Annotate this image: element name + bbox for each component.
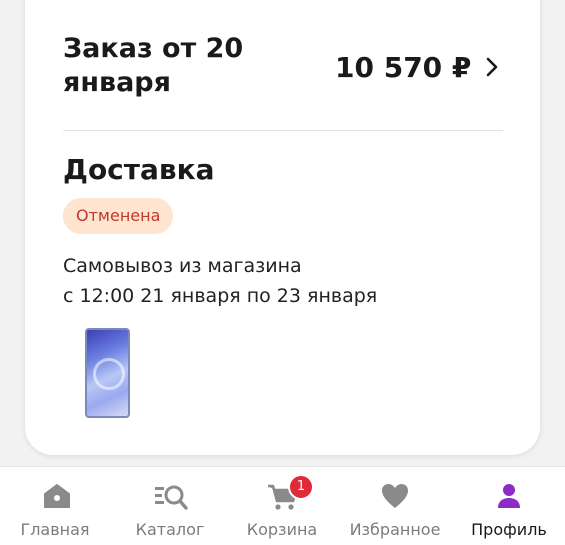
profile-icon	[498, 484, 520, 508]
status-badge: Отменена	[63, 198, 174, 234]
order-header[interactable]: Заказ от 20 января 10 570 ₽	[63, 32, 503, 112]
tab-cart-label: Корзина	[246, 520, 318, 539]
tab-profile[interactable]: Профиль	[458, 467, 560, 545]
tab-catalog[interactable]: Каталог	[120, 467, 220, 545]
chevron-right-icon[interactable]	[485, 56, 499, 78]
tab-home[interactable]: Главная	[5, 467, 105, 545]
delivery-method: Самовывоз из магазина	[63, 255, 302, 277]
home-icon	[44, 484, 70, 508]
delivery-period: с 12:00 21 января по 23 января	[63, 285, 378, 307]
bottom-tab-bar: Главная Каталог Корзина Избранное Профил…	[0, 466, 565, 545]
tab-catalog-label: Каталог	[135, 520, 205, 539]
catalog-search-icon	[155, 485, 188, 510]
tab-favorites-label: Избранное	[349, 520, 441, 539]
divider	[63, 130, 503, 131]
order-card: Заказ от 20 января 10 570 ₽ Доставка Отм…	[25, 0, 540, 455]
order-title: Заказ от 20 января	[63, 33, 244, 98]
tab-home-label: Главная	[20, 520, 90, 539]
product-thumbnail[interactable]	[85, 328, 130, 418]
tab-cart[interactable]: Корзина	[232, 467, 332, 545]
tab-profile-label: Профиль	[471, 520, 547, 539]
tab-favorites[interactable]: Избранное	[345, 467, 445, 545]
cart-count-badge: 1	[288, 474, 314, 500]
delivery-title: Доставка	[63, 153, 215, 186]
heart-icon	[382, 484, 408, 508]
order-total: 10 570 ₽	[335, 51, 472, 84]
